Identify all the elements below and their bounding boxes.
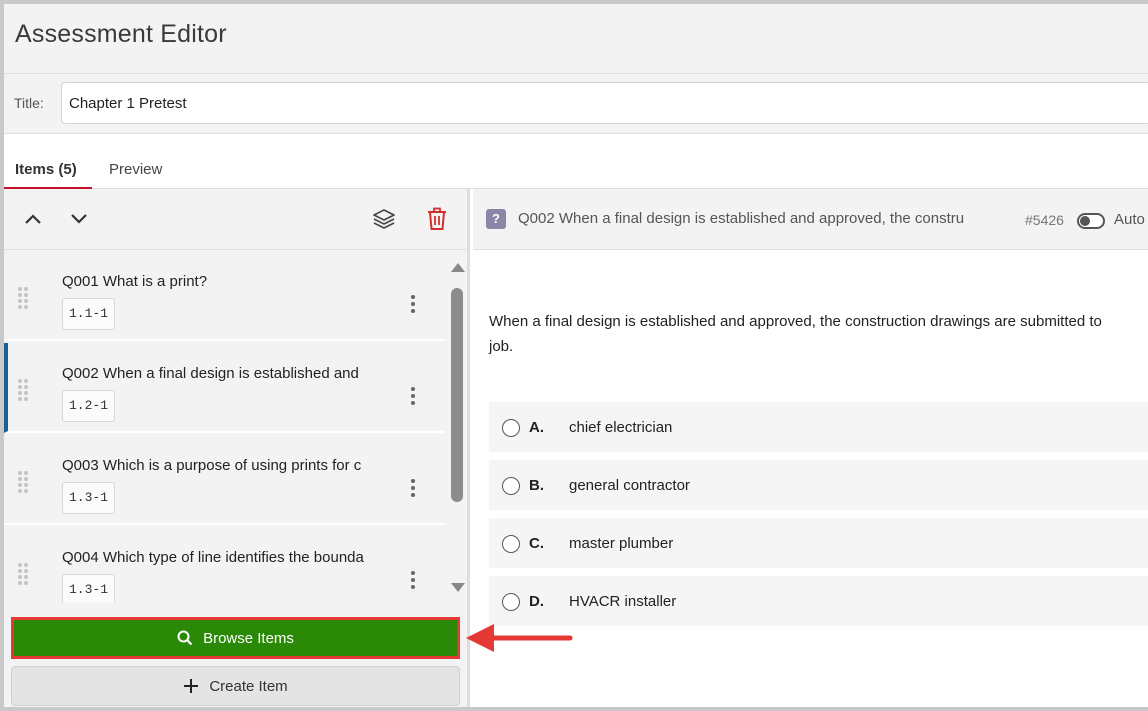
answer-choice[interactable]: A. chief electrician <box>489 402 1148 452</box>
question-stem-line: When a final design is established and a… <box>489 313 1102 330</box>
move-down-button[interactable] <box>66 206 92 232</box>
more-options-icon[interactable] <box>409 295 417 315</box>
scroll-up-arrow-icon[interactable] <box>451 263 465 272</box>
drag-handle-icon[interactable] <box>18 563 30 593</box>
create-item-button[interactable]: Create Item <box>11 666 460 706</box>
choice-letter: A. <box>529 419 544 436</box>
browse-items-button[interactable]: Browse Items <box>11 617 460 659</box>
list-item[interactable]: Q003 Which is a purpose of using prints … <box>4 435 445 525</box>
title-row: Title: <box>4 74 1148 134</box>
radio-button[interactable] <box>502 593 520 611</box>
choice-text: master plumber <box>569 535 674 552</box>
drag-handle-icon[interactable] <box>18 379 30 409</box>
layers-button[interactable] <box>371 206 397 232</box>
item-title: Q001 What is a print? <box>62 273 208 290</box>
choice-text: HVACR installer <box>569 593 677 610</box>
question-header-title: Q002 When a final design is established … <box>518 210 965 227</box>
list-item[interactable]: Q004 Which type of line identifies the b… <box>4 527 445 603</box>
items-toolbar <box>4 189 467 250</box>
choice-letter: B. <box>529 477 544 494</box>
item-title: Q004 Which type of line identifies the b… <box>62 549 364 566</box>
list-item[interactable]: Q001 What is a print? 1.1-1 <box>4 251 445 341</box>
delete-button[interactable] <box>424 206 450 232</box>
item-title: Q002 When a final design is established … <box>62 365 359 382</box>
auto-toggle-label: Auto <box>1114 211 1145 228</box>
items-panel: Q001 What is a print? 1.1-1 Q002 When a … <box>4 189 470 707</box>
plus-icon <box>184 679 199 693</box>
question-id: #5426 <box>1025 212 1064 228</box>
list-item[interactable]: Q002 When a final design is established … <box>4 343 445 433</box>
answer-choice[interactable]: B. general contractor <box>489 460 1148 510</box>
tab-items[interactable]: Items (5) <box>15 161 77 178</box>
item-code-badge: 1.2-1 <box>62 390 116 422</box>
scrollbar[interactable] <box>448 251 466 603</box>
trash-icon <box>428 207 446 230</box>
choice-letter: D. <box>529 593 544 610</box>
item-code-badge: 1.3-1 <box>62 482 116 514</box>
tab-bar: Items (5) Preview <box>4 135 1148 189</box>
page-title: Assessment Editor <box>15 20 227 48</box>
radio-button[interactable] <box>502 535 520 553</box>
item-code-badge: 1.3-1 <box>62 574 116 603</box>
tab-preview[interactable]: Preview <box>109 161 162 178</box>
answer-choice[interactable]: D. HVACR installer <box>489 576 1148 626</box>
chevron-down-icon <box>71 214 87 224</box>
title-input[interactable] <box>61 82 1148 124</box>
choice-text: chief electrician <box>569 419 673 436</box>
app-window: Assessment Editor Title: Items (5) Previ… <box>0 0 1148 711</box>
choice-letter: C. <box>529 535 544 552</box>
question-stem: When a final design is established and a… <box>489 309 1148 359</box>
item-title: Q003 Which is a purpose of using prints … <box>62 457 362 474</box>
drag-handle-icon[interactable] <box>18 287 30 317</box>
title-label: Title: <box>14 95 44 111</box>
question-stem-line: job. <box>489 338 514 355</box>
choice-text: general contractor <box>569 477 690 494</box>
more-options-icon[interactable] <box>409 479 417 499</box>
create-item-label: Create Item <box>209 677 288 695</box>
callout-arrow-icon <box>466 624 573 652</box>
page-header: Assessment Editor <box>4 4 1148 74</box>
radio-button[interactable] <box>502 419 520 437</box>
radio-button[interactable] <box>502 477 520 495</box>
browse-items-label: Browse Items <box>203 629 294 647</box>
item-code-badge: 1.1-1 <box>62 298 116 330</box>
move-up-button[interactable] <box>20 206 46 232</box>
more-options-icon[interactable] <box>409 387 417 407</box>
search-icon <box>177 630 193 646</box>
layers-icon <box>373 209 395 229</box>
answer-choice[interactable]: C. master plumber <box>489 518 1148 568</box>
question-header: ? Q002 When a final design is establishe… <box>473 189 1148 250</box>
items-list: Q001 What is a print? 1.1-1 Q002 When a … <box>4 251 445 603</box>
chevron-up-icon <box>25 214 41 224</box>
drag-handle-icon[interactable] <box>18 471 30 501</box>
scroll-down-arrow-icon[interactable] <box>451 583 465 592</box>
more-options-icon[interactable] <box>409 571 417 591</box>
auto-toggle[interactable] <box>1077 213 1105 229</box>
question-type-icon: ? <box>486 209 506 229</box>
scroll-thumb[interactable] <box>451 288 463 502</box>
